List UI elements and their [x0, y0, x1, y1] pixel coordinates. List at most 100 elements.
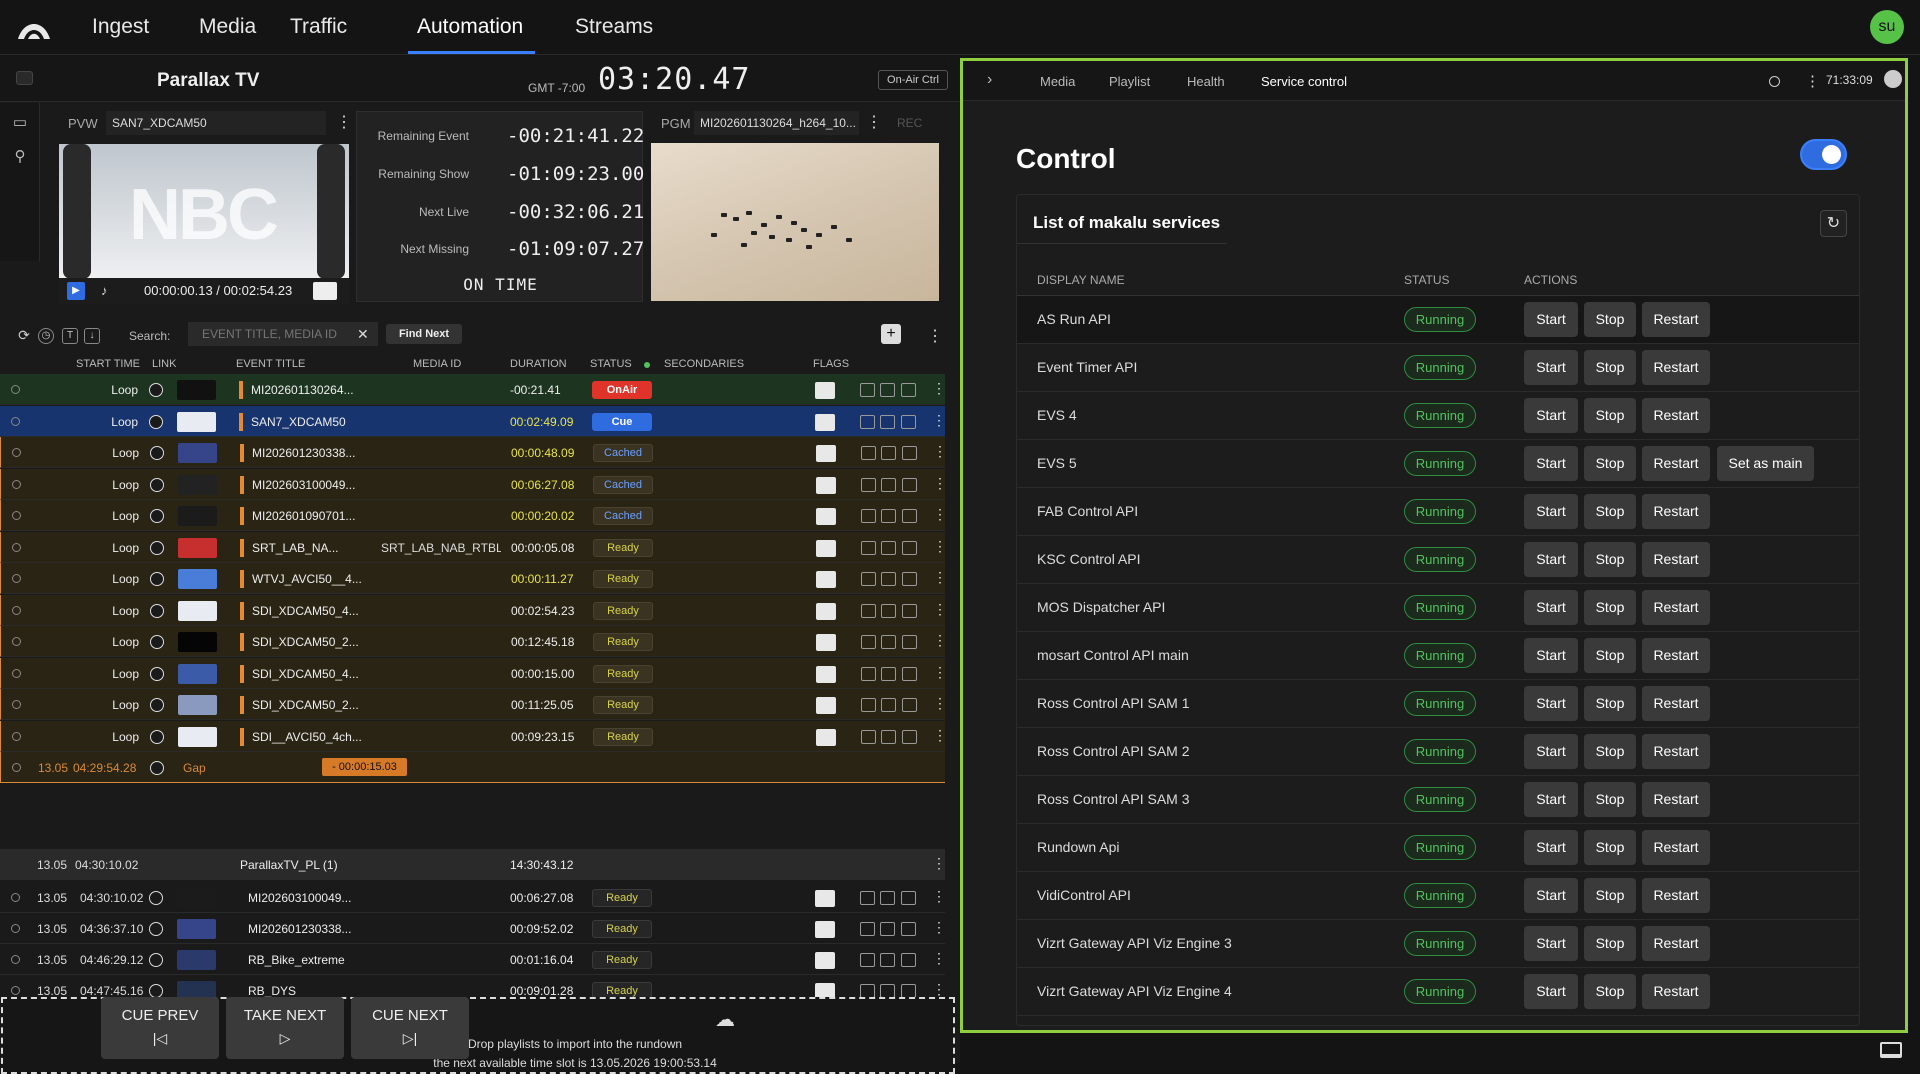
row-flag-icon[interactable]	[816, 634, 836, 651]
row-clock-icon[interactable]	[12, 700, 21, 709]
row-more-icon[interactable]: ⋮	[933, 695, 947, 712]
row-link-icon[interactable]	[150, 446, 164, 460]
row-link-icon[interactable]	[149, 922, 163, 936]
loop-flag-icon[interactable]	[861, 509, 876, 523]
stop-button[interactable]: Stop	[1584, 542, 1636, 577]
nav-tab-traffic[interactable]: Traffic	[290, 15, 347, 39]
start-button[interactable]: Start	[1524, 974, 1578, 1009]
download-icon[interactable]: ↓	[84, 328, 100, 344]
text-icon[interactable]: T	[62, 328, 78, 344]
stop-button[interactable]: Stop	[1584, 926, 1636, 961]
row-clock-icon[interactable]	[11, 893, 20, 902]
row-flag-icon[interactable]	[816, 571, 836, 588]
loop-flag-icon[interactable]	[861, 635, 876, 649]
row-clock-icon[interactable]	[11, 986, 20, 995]
no-subtitle-flag-icon[interactable]	[901, 953, 916, 967]
rundown-row[interactable]: Loop MI202601090701... 00:00:20.02 Cached ⋮	[0, 500, 947, 531]
start-button[interactable]: Start	[1524, 350, 1578, 385]
playlist-header[interactable]: 13.05 04:30:10.02 ParallaxTV_PL (1) 14:3…	[0, 849, 946, 880]
row-clock-icon[interactable]	[11, 924, 20, 933]
status-circle-icon[interactable]	[1769, 76, 1780, 87]
restart-button[interactable]: Restart	[1642, 398, 1710, 433]
replace-flag-icon[interactable]	[881, 603, 896, 618]
start-button[interactable]: Start	[1524, 398, 1578, 433]
rtab-media[interactable]: Media	[1040, 74, 1075, 89]
rundown-row[interactable]: Loop MI202601230338... 00:00:48.09 Cached ⋮	[0, 437, 947, 468]
replace-flag-icon[interactable]	[881, 509, 896, 523]
row-flag-icon[interactable]	[816, 697, 836, 714]
stop-button[interactable]: Stop	[1584, 782, 1636, 817]
row-clock-icon[interactable]	[11, 955, 20, 964]
volume-icon[interactable]: ♪	[101, 283, 108, 298]
play-icon[interactable]: ▶	[67, 282, 85, 300]
start-button[interactable]: Start	[1524, 686, 1578, 721]
nav-tab-streams[interactable]: Streams	[575, 15, 653, 39]
loop-flag-icon[interactable]	[860, 953, 875, 967]
row-clock-icon[interactable]	[12, 542, 21, 552]
no-subtitle-flag-icon[interactable]	[901, 383, 916, 397]
replace-flag-icon[interactable]	[880, 922, 895, 936]
loop-flag-icon[interactable]	[860, 984, 875, 998]
row-more-icon[interactable]: ⋮	[933, 475, 947, 492]
row-flag-icon[interactable]	[815, 890, 835, 907]
row-clock-icon[interactable]	[12, 448, 21, 457]
row-clock-icon[interactable]	[11, 416, 20, 426]
loop-flag-icon[interactable]	[860, 891, 875, 905]
rundown-search-input[interactable]	[188, 322, 378, 346]
channel-menu-icon[interactable]	[16, 71, 33, 85]
col-duration[interactable]: DURATION	[510, 358, 567, 370]
row-link-icon[interactable]	[149, 984, 163, 998]
rundown-row[interactable]: Loop SRT_LAB_NA... SRT_LAB_NAB_RTBL... 00:0…	[0, 531, 947, 563]
toolbar-more-icon[interactable]: ⋮	[927, 326, 943, 346]
stop-button[interactable]: Stop	[1584, 638, 1636, 673]
start-button[interactable]: Start	[1524, 446, 1578, 481]
col-status[interactable]: STATUS	[590, 358, 632, 370]
row-link-icon[interactable]	[149, 953, 163, 967]
add-event-button[interactable]: +	[881, 324, 901, 344]
loop-flag-icon[interactable]	[861, 477, 876, 492]
control-toggle[interactable]	[1800, 139, 1847, 170]
replace-flag-icon[interactable]	[881, 446, 896, 460]
row-more-icon[interactable]: ⋮	[933, 601, 947, 618]
row-link-icon[interactable]	[149, 383, 163, 397]
row-clock-icon[interactable]	[12, 637, 21, 646]
onair-ctrl-button[interactable]: On-Air Ctrl	[878, 70, 948, 90]
clear-search-icon[interactable]: ✕	[357, 326, 369, 343]
replace-flag-icon[interactable]	[880, 984, 895, 998]
row-link-icon[interactable]	[150, 729, 164, 744]
restart-button[interactable]: Restart	[1642, 830, 1710, 865]
row-link-icon[interactable]	[150, 635, 164, 649]
refresh-icon[interactable]: ⟳	[16, 328, 32, 344]
playlist-row[interactable]: 13.05 04:46:29.12 RB_Bike_extreme 00:01:16.…	[0, 944, 946, 975]
replace-flag-icon[interactable]	[880, 891, 895, 905]
no-subtitle-flag-icon[interactable]	[902, 666, 917, 681]
row-more-icon[interactable]: ⋮	[933, 664, 947, 681]
replace-flag-icon[interactable]	[880, 953, 895, 967]
stop-button[interactable]: Stop	[1584, 734, 1636, 769]
monitor-icon[interactable]: ▭	[10, 113, 30, 131]
row-more-icon[interactable]: ⋮	[932, 888, 946, 905]
collapse-chevron-icon[interactable]: ›	[987, 71, 992, 89]
row-more-icon[interactable]: ⋮	[933, 443, 947, 460]
rpanel-more-icon[interactable]: ⋮	[1805, 72, 1820, 90]
start-button[interactable]: Start	[1524, 878, 1578, 913]
stop-button[interactable]: Stop	[1584, 350, 1636, 385]
loop-flag-icon[interactable]	[860, 383, 875, 397]
restart-button[interactable]: Restart	[1642, 782, 1710, 817]
no-subtitle-flag-icon[interactable]	[901, 984, 916, 998]
start-button[interactable]: Start	[1524, 782, 1578, 817]
start-button[interactable]: Start	[1524, 734, 1578, 769]
loop-flag-icon[interactable]	[861, 572, 876, 586]
row-flag-icon[interactable]	[816, 539, 836, 557]
replace-flag-icon[interactable]	[880, 383, 895, 397]
replace-flag-icon[interactable]	[881, 698, 896, 712]
loop-flag-icon[interactable]	[861, 446, 876, 460]
restart-button[interactable]: Restart	[1642, 494, 1710, 529]
restart-button[interactable]: Restart	[1642, 926, 1710, 961]
pvw-more-icon[interactable]: ⋮	[336, 112, 352, 132]
user-avatar[interactable]: su	[1870, 10, 1904, 44]
row-link-icon[interactable]	[150, 698, 164, 712]
panel-layout-icon[interactable]	[1880, 1042, 1902, 1058]
rundown-row[interactable]: Loop SAN7_XDCAM50 00:02:49.09 Cue ⋮	[0, 405, 946, 437]
row-flag-icon[interactable]	[815, 413, 835, 431]
